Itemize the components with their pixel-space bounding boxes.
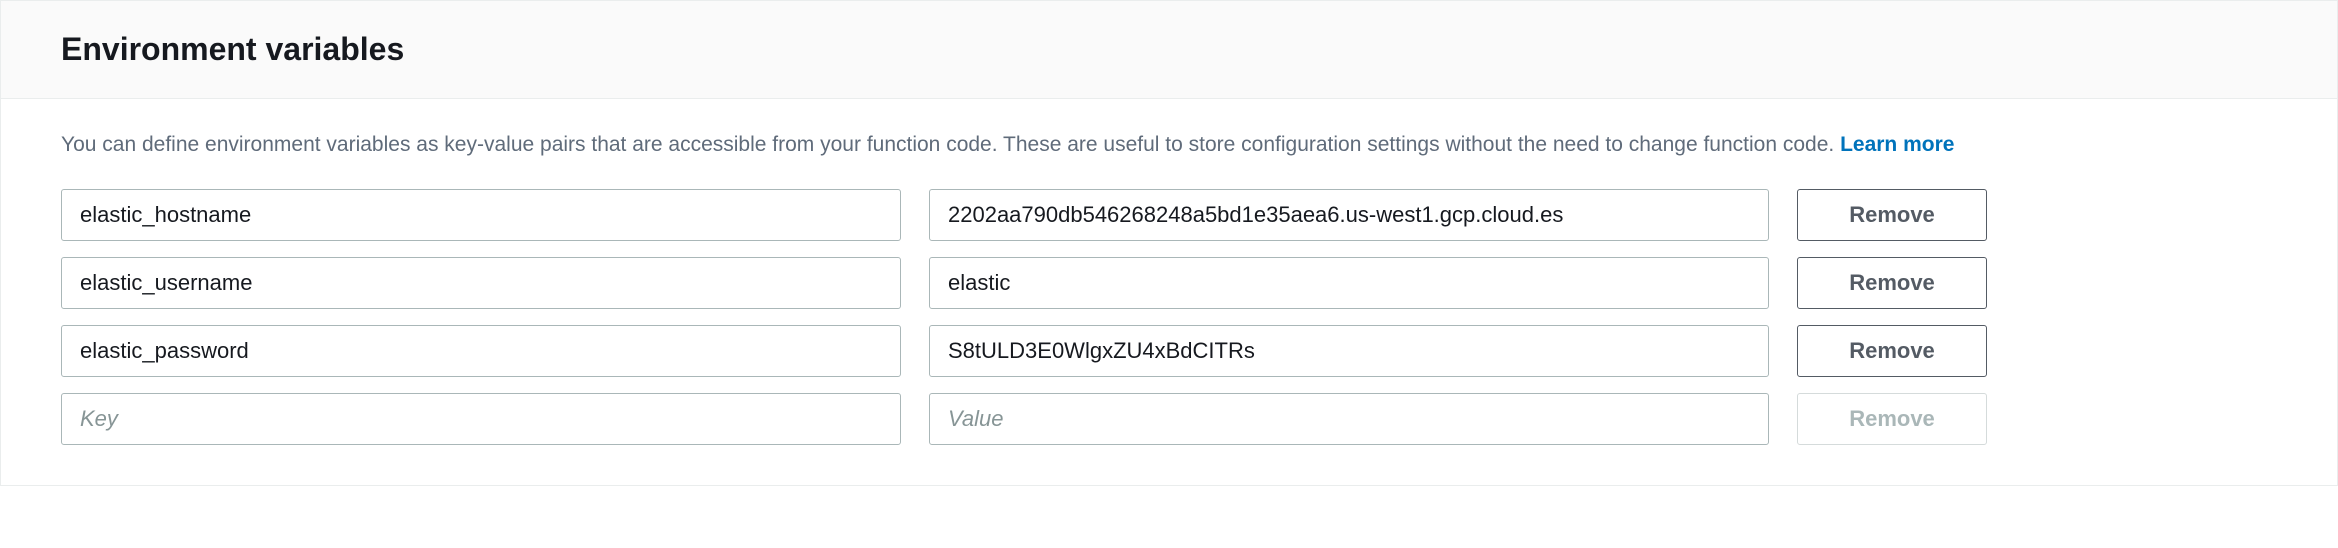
env-key-input-empty[interactable] <box>61 393 901 445</box>
env-key-input[interactable] <box>61 189 901 241</box>
env-var-row: Remove <box>61 257 2277 309</box>
env-value-input[interactable] <box>929 189 1769 241</box>
env-value-input[interactable] <box>929 325 1769 377</box>
description-body: You can define environment variables as … <box>61 133 1834 156</box>
env-value-input[interactable] <box>929 257 1769 309</box>
remove-button-disabled: Remove <box>1797 393 1987 445</box>
env-value-input-empty[interactable] <box>929 393 1769 445</box>
remove-button[interactable]: Remove <box>1797 257 1987 309</box>
remove-button[interactable]: Remove <box>1797 325 1987 377</box>
remove-button[interactable]: Remove <box>1797 189 1987 241</box>
env-var-row: Remove <box>61 325 2277 377</box>
env-key-input[interactable] <box>61 325 901 377</box>
env-var-rows: Remove Remove Remove Remove <box>61 189 2277 445</box>
page-title: Environment variables <box>61 31 2277 68</box>
panel-body: You can define environment variables as … <box>1 99 2337 485</box>
env-var-row-empty: Remove <box>61 393 2277 445</box>
env-var-row: Remove <box>61 189 2277 241</box>
env-vars-panel: Environment variables You can define env… <box>0 0 2338 486</box>
description-text: You can define environment variables as … <box>61 129 2277 161</box>
panel-header: Environment variables <box>1 1 2337 99</box>
learn-more-link[interactable]: Learn more <box>1840 133 1954 156</box>
env-key-input[interactable] <box>61 257 901 309</box>
